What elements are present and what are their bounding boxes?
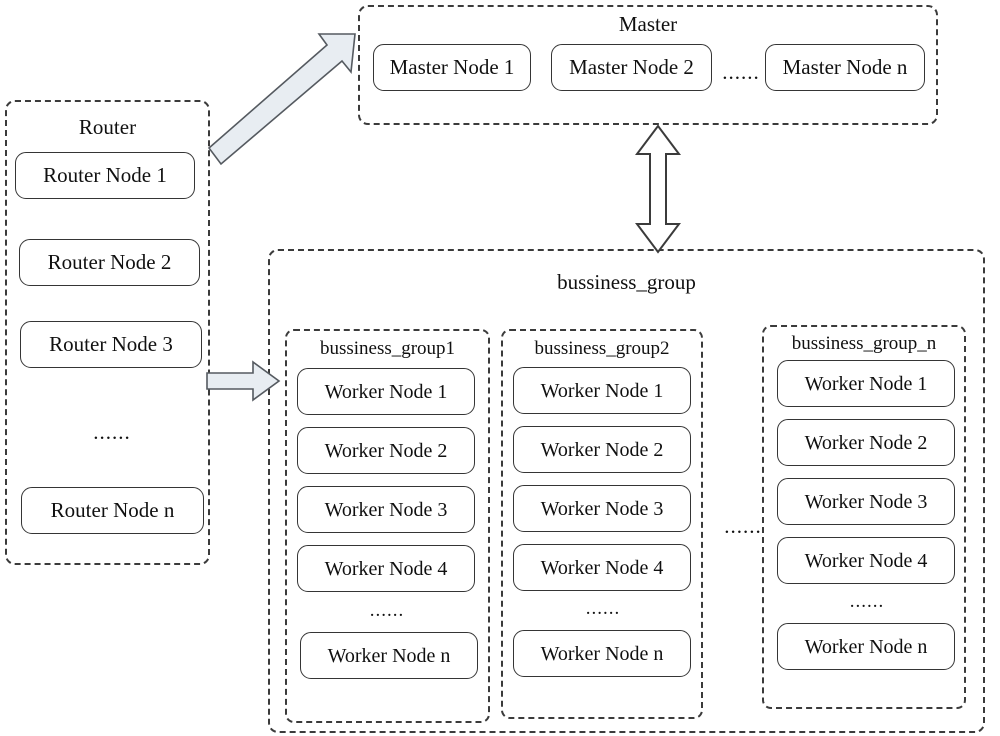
worker-node-2-group-2[interactable]: Worker Node 2 [513,426,691,473]
business-group-2: bussiness_group2 Worker Node 1 Worker No… [501,329,703,719]
worker-node-label: Worker Node 1 [324,380,448,403]
router-to-business-group-arrow [206,360,281,402]
master-node-2[interactable]: Master Node 2 [551,44,712,91]
worker-node-label: Worker Node 4 [324,557,448,580]
router-node-2-label: Router Node 2 [47,250,172,274]
worker-node-label: Worker Node 2 [540,438,664,461]
worker-node-label: Worker Node 3 [324,498,448,521]
business-group-1-title: bussiness_group1 [319,338,456,359]
worker-node-label: Worker Node 2 [324,439,448,462]
worker-node-2-group-n[interactable]: Worker Node 2 [777,419,955,466]
worker-node-label: Worker Node 4 [804,549,928,572]
worker-node-n-group-2[interactable]: Worker Node n [513,630,691,677]
business-group-1-ellipsis: ...... [369,600,405,621]
master-to-business-group-arrow-shape [635,124,681,254]
worker-node-4-group-n[interactable]: Worker Node 4 [777,537,955,584]
worker-node-label: Worker Node 2 [804,431,928,454]
master-node-1[interactable]: Master Node 1 [373,44,531,91]
worker-node-label: Worker Node 4 [540,556,664,579]
router-node-2[interactable]: Router Node 2 [19,239,200,286]
router-panel: Router Router Node 1 Router Node 2 Route… [5,100,210,565]
master-node-2-label: Master Node 2 [569,55,694,79]
router-node-n[interactable]: Router Node n [21,487,204,534]
router-node-1-label: Router Node 1 [43,163,167,187]
worker-node-4-group-1[interactable]: Worker Node 4 [297,545,475,592]
master-node-1-label: Master Node 1 [389,55,515,79]
router-node-1[interactable]: Router Node 1 [15,152,195,199]
router-node-3[interactable]: Router Node 3 [20,321,202,368]
master-to-business-group-arrow [635,124,681,254]
worker-node-label: Worker Node n [327,644,451,667]
worker-node-1-group-2[interactable]: Worker Node 1 [513,367,691,414]
business-group-n-title: bussiness_group_n [791,333,937,354]
master-panel-title: Master [618,12,678,36]
worker-node-n-group-1[interactable]: Worker Node n [300,632,478,679]
worker-node-label: Worker Node 1 [540,379,664,402]
router-panel-title: Router [78,115,137,139]
router-to-master-arrow-shape [207,33,356,166]
worker-node-label: Worker Node n [540,642,664,665]
business-group-n-ellipsis: ...... [849,591,885,612]
worker-node-4-group-2[interactable]: Worker Node 4 [513,544,691,591]
worker-node-2-group-1[interactable]: Worker Node 2 [297,427,475,474]
business-group-1: bussiness_group1 Worker Node 1 Worker No… [285,329,490,723]
diagram-canvas: Router Router Node 1 Router Node 2 Route… [0,0,1000,736]
worker-node-label: Worker Node 3 [540,497,664,520]
worker-node-label: Worker Node 1 [804,372,928,395]
business-group-2-title: bussiness_group2 [534,338,670,359]
worker-node-3-group-2[interactable]: Worker Node 3 [513,485,691,532]
worker-node-n-group-n[interactable]: Worker Node n [777,623,955,670]
business-group-panel-title: bussiness_group [557,270,696,294]
master-panel: Master Master Node 1 Master Node 2 .....… [358,5,938,125]
router-nodes-ellipsis: ...... [93,420,131,444]
master-node-n[interactable]: Master Node n [765,44,925,91]
worker-node-3-group-n[interactable]: Worker Node 3 [777,478,955,525]
worker-node-3-group-1[interactable]: Worker Node 3 [297,486,475,533]
router-node-3-label: Router Node 3 [49,332,173,356]
worker-node-1-group-1[interactable]: Worker Node 1 [297,368,475,415]
worker-node-label: Worker Node 3 [804,490,928,513]
business-group-2-ellipsis: ...... [585,598,621,619]
router-to-master-arrow [207,33,356,166]
router-to-business-group-arrow-shape [206,360,281,402]
master-nodes-ellipsis: ...... [722,60,760,84]
worker-node-1-group-n[interactable]: Worker Node 1 [777,360,955,407]
worker-node-label: Worker Node n [804,635,928,658]
business-group-n: bussiness_group_n Worker Node 1 Worker N… [762,325,966,709]
router-node-n-label: Router Node n [50,498,175,522]
master-node-n-label: Master Node n [782,55,908,79]
business-group-panel: bussiness_group bussiness_group1 Worker … [268,249,985,733]
